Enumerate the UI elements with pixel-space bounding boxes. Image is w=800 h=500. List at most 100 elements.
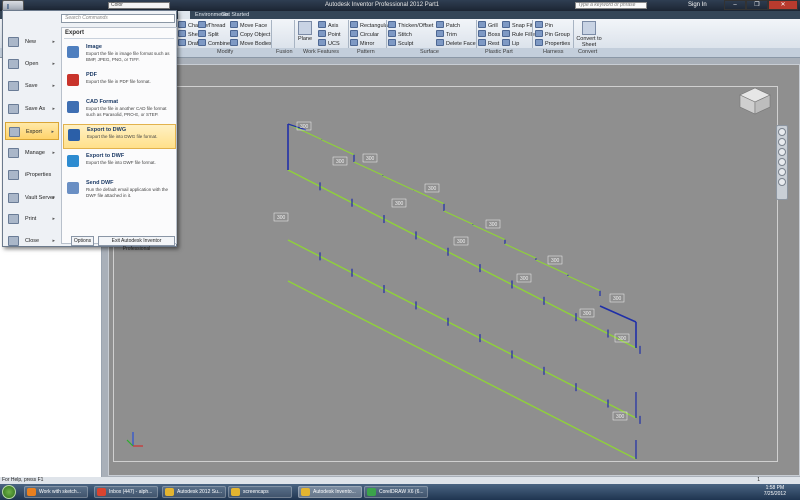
dimension-label: 300 [336, 159, 345, 165]
step-edge [504, 243, 537, 259]
taskbar: Work with sketch... Inbox (447) - alph...… [0, 484, 800, 500]
menu-item-icon [9, 127, 20, 137]
export-item-description: Export the file in another CAD file form… [86, 106, 167, 117]
app-icon [231, 488, 240, 496]
view-face-icon[interactable] [778, 178, 786, 186]
look-at-icon[interactable] [778, 168, 786, 176]
application-menu: Search Commands New ▸ Open ▸ Save ▸ Save As ▸ Ex… [2, 10, 177, 252]
submenu-arrow-icon: ▸ [52, 238, 55, 244]
app-icon [165, 488, 174, 496]
submenu-arrow-icon: ▸ [52, 106, 55, 112]
menu-item-icon [8, 236, 19, 246]
taskbar-item[interactable]: Autodesk Invento... [298, 486, 362, 498]
menu-item-label: iProperties [25, 172, 52, 178]
app-menu-item-close[interactable]: Close ▸ [5, 232, 59, 250]
export-item-send-dwf[interactable]: Send DWF Run the default email applicatio… [63, 178, 176, 203]
taskbar-item-label: Autodesk 2012 Su... [177, 489, 223, 495]
step-edge [443, 210, 474, 225]
submenu-arrow-icon: ▸ [52, 83, 55, 89]
system-clock[interactable]: 1:58 PM 7/25/2012 [764, 485, 786, 497]
exit-inventor-button[interactable]: Exit Autodesk Inventor Professional [98, 236, 175, 252]
menu-item-icon [8, 214, 19, 224]
navigation-bar[interactable] [776, 125, 788, 200]
model-edge [287, 169, 637, 349]
taskbar-item-label: Work with sketch... [39, 489, 81, 495]
app-menu-item-iproperties[interactable]: iProperties [5, 166, 59, 184]
dimension-label: 300 [457, 239, 466, 245]
app-menu-item-export[interactable]: Export ▸ [5, 122, 59, 140]
menu-item-label: Save [25, 83, 38, 89]
menu-item-icon [8, 193, 19, 203]
step-edge [567, 275, 601, 292]
dimension-label: 300 [583, 311, 592, 317]
app-menu-item-open[interactable]: Open ▸ [5, 55, 59, 73]
options-button[interactable]: Options [71, 236, 94, 246]
dimension-label: 300 [366, 156, 375, 162]
taskbar-item[interactable]: screencaps [228, 486, 292, 498]
export-item-description: Export the file in PDF file format. [86, 79, 151, 84]
app-menu-item-new[interactable]: New ▸ [5, 33, 59, 51]
taskbar-item-label: Autodesk Invento... [313, 489, 356, 495]
export-item-image[interactable]: Image Export the file in image file forma… [63, 42, 176, 67]
taskbar-item[interactable]: CorelDRAW X6 (6... [364, 486, 428, 498]
dimension-label: 300 [300, 124, 309, 130]
export-export-to-dwg-icon [68, 129, 80, 141]
search-commands-input[interactable]: Search Commands [61, 14, 175, 23]
app-icon [367, 488, 376, 496]
start-button[interactable] [2, 485, 16, 499]
export-submenu-title: Export [65, 30, 85, 36]
viewcube[interactable] [738, 86, 772, 116]
export-item-pdf[interactable]: PDF Export the file in PDF file format. [63, 70, 176, 95]
model-edge [287, 239, 637, 419]
status-bar: For Help, press F1 1 [0, 477, 800, 484]
export-item-export-to-dwg[interactable]: Export to DWG Export the file into DWG fi… [63, 124, 176, 149]
export-item-title: PDF [86, 72, 97, 78]
zoom-icon[interactable] [778, 148, 786, 156]
export-item-title: Image [86, 44, 102, 50]
app-menu-item-vault-server[interactable]: Vault Server ▸ [5, 189, 59, 207]
application-menu-list: New ▸ Open ▸ Save ▸ Save As ▸ Export ▸ Manage ▸ iPro… [5, 33, 59, 246]
export-cad-format-icon [67, 101, 79, 113]
orbit-icon[interactable] [778, 158, 786, 166]
clock-date: 7/25/2012 [763, 491, 786, 497]
menu-item-label: Manage [25, 150, 45, 156]
menu-item-label: Save As [25, 106, 46, 112]
app-menu-item-save[interactable]: Save ▸ [5, 77, 59, 95]
taskbar-item[interactable]: Inbox (447) - alph... [94, 486, 158, 498]
app-icon [97, 488, 106, 496]
menu-item-icon [8, 148, 19, 158]
export-item-description: Run the default email application with t… [86, 187, 169, 198]
status-count: 1 [757, 477, 760, 483]
taskbar-item[interactable]: Autodesk 2012 Su... [162, 486, 226, 498]
app-menu-item-manage[interactable]: Manage ▸ [5, 144, 59, 162]
export-image-icon [67, 46, 79, 58]
export-export-to-dwf-icon [67, 155, 79, 167]
dimension-label: 300 [277, 215, 286, 221]
step-edge [321, 139, 355, 156]
dimension-label: 300 [489, 222, 498, 228]
submenu-arrow-icon: ▸ [52, 195, 55, 201]
dimension-label: 300 [613, 296, 622, 302]
menu-item-label: New [25, 39, 37, 45]
submenu-arrow-icon: ▸ [52, 150, 55, 156]
end-edge [599, 305, 637, 323]
submenu-arrow-icon: ▸ [51, 129, 54, 135]
taskbar-item-label: CorelDRAW X6 (6... [379, 489, 424, 495]
menu-item-label: Print [25, 216, 37, 222]
app-menu-item-save-as[interactable]: Save As ▸ [5, 100, 59, 118]
app-menu-item-print[interactable]: Print ▸ [5, 210, 59, 228]
export-pdf-icon [67, 74, 79, 86]
taskbar-item[interactable]: Work with sketch... [24, 486, 88, 498]
model-edge [287, 280, 637, 460]
export-item-title: Export to DWG [87, 127, 127, 133]
dimension-label: 300 [395, 201, 404, 207]
menu-item-label: Open [25, 61, 39, 67]
divider [64, 38, 174, 39]
dimension-label: 300 [618, 336, 627, 342]
menu-item-icon [8, 170, 19, 180]
export-item-export-to-dwf[interactable]: Export to DWF Export the file into DWF fi… [63, 151, 176, 176]
steering-wheel-icon[interactable] [778, 128, 786, 136]
pan-icon[interactable] [778, 138, 786, 146]
export-item-cad-format[interactable]: CAD Format Export the file in another CAD… [63, 97, 176, 122]
submenu-arrow-icon: ▸ [52, 39, 55, 45]
